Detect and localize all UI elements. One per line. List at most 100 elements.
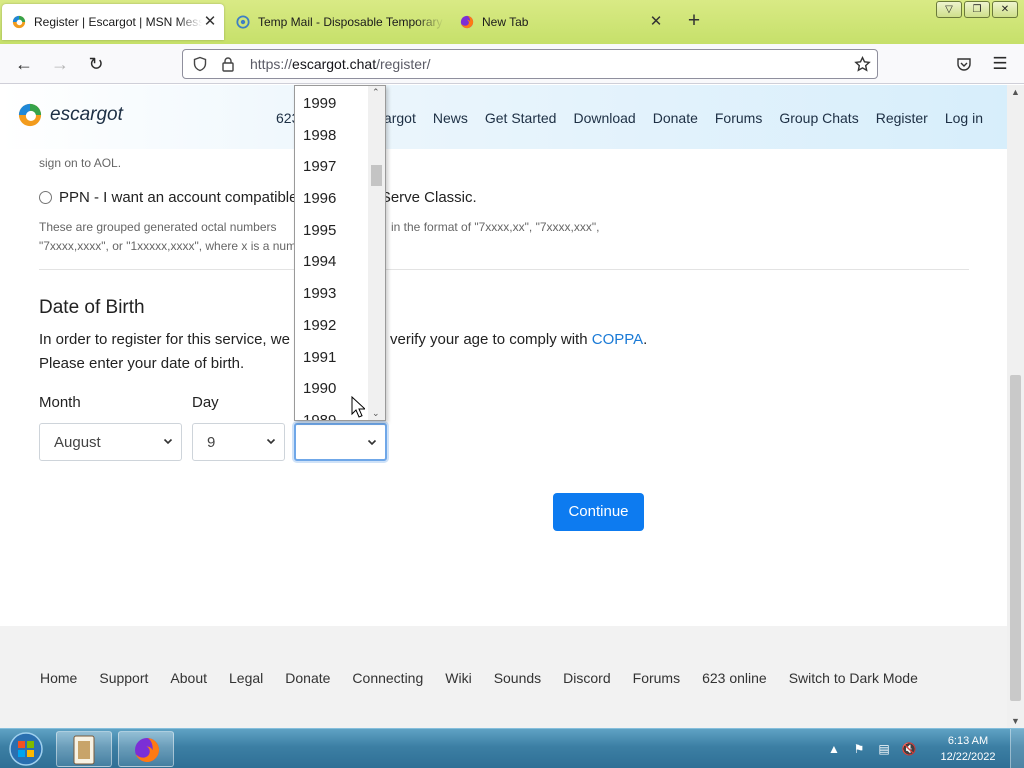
year-option[interactable]: 1993 [295,278,369,310]
action-center-flag-icon[interactable]: ⚑ [851,741,867,757]
taskbar-firefox[interactable] [118,731,174,767]
clock[interactable]: 6:13 AM 12/22/2022 [926,733,1010,765]
month-value: August [54,433,101,451]
day-label: Day [192,394,219,411]
dropdown-scroll-down-icon[interactable]: ⌄ [372,408,380,419]
dropdown-scroll-thumb[interactable] [371,165,382,186]
ppn-radio[interactable] [39,191,52,204]
temp-mail-favicon-icon [236,15,250,29]
footer-sounds[interactable]: Sounds [494,670,541,686]
restore-button[interactable]: ❐ [964,1,990,18]
footer-wiki[interactable]: Wiki [445,670,471,686]
footer-links: Home Support About Legal Donate Connecti… [40,670,918,686]
back-button[interactable]: ← [12,52,36,76]
tab-temp-mail[interactable]: Temp Mail - Disposable Temporary Email [228,4,450,40]
ppn-label: PPN - I want an account compatible with … [59,189,477,206]
continue-button[interactable]: Continue [553,493,644,531]
dropdown-scroll-up-icon[interactable]: ⌃ [372,87,380,98]
site-logo[interactable]: escargot [18,103,123,127]
year-option[interactable]: 1995 [295,215,369,247]
chevron-down-icon [367,439,377,446]
tray-expand-icon[interactable]: ▲ [826,741,842,757]
reload-button[interactable]: ↻ [84,52,108,76]
clock-time: 6:13 AM [947,735,989,747]
scroll-down-icon[interactable]: ▼ [1011,716,1020,726]
coppa-link[interactable]: COPPA [592,331,643,348]
escargot-favicon-icon [12,15,26,29]
forward-button[interactable]: → [48,52,72,76]
footer-donate[interactable]: Donate [285,670,330,686]
chevron-down-icon [266,438,276,445]
tab-strip: Register | Escargot | MSN Messenger ✕ Te… [0,0,1024,44]
page-scrollbar[interactable]: ▲ ▼ [1007,85,1024,728]
day-value: 9 [207,433,216,451]
year-dropdown-list[interactable]: 1999 1998 1997 1996 1995 1994 1993 1992 … [294,85,386,421]
show-desktop-button[interactable] [1010,729,1024,768]
year-option[interactable]: 1994 [295,246,369,278]
year-option[interactable]: 1992 [295,310,369,342]
footer-about[interactable]: About [170,670,207,686]
cards-icon [73,735,95,765]
tab-title: Register | Escargot | MSN Messenger [34,15,202,29]
shield-icon[interactable] [192,56,208,72]
window-controls: ▽ ❐ ✕ [936,1,1018,18]
close-tab-icon[interactable]: ✕ [202,14,218,30]
year-option[interactable]: 1996 [295,183,369,215]
footer-dark-mode[interactable]: Switch to Dark Mode [789,670,918,686]
pocket-icon[interactable] [956,56,972,72]
year-options: 1999 1998 1997 1996 1995 1994 1993 1992 … [295,88,369,420]
url-path: /register/ [376,56,431,72]
taskbar: ▲ ⚑ ▤ 🔇 6:13 AM 12/22/2022 [0,728,1024,768]
nav-get-started[interactable]: Get Started [485,110,557,126]
system-tray: ▲ ⚑ ▤ 🔇 6:13 AM 12/22/2022 [826,729,1024,768]
footer-discord[interactable]: Discord [563,670,610,686]
year-select[interactable] [294,423,387,461]
close-window-button[interactable]: ✕ [992,1,1018,18]
nav-register[interactable]: Register [876,110,928,126]
nav-forums[interactable]: Forums [715,110,762,126]
menu-icon[interactable]: ☰ [988,52,1012,76]
site-header: escargot 623 Escargot News Get Started D… [0,85,1007,149]
url-bar[interactable]: https://escargot.chat/register/ [182,49,878,79]
screen: Register | Escargot | MSN Messenger ✕ Te… [0,0,1024,768]
nav-news[interactable]: News [433,110,468,126]
navigation-bar: ← → ↻ https://escargot.chat/register/ ☰ [0,44,1024,84]
year-option[interactable]: 1997 [295,151,369,183]
nav-log-in[interactable]: Log in [945,110,983,126]
url-text: https://escargot.chat/register/ [250,56,431,72]
year-option[interactable]: 1991 [295,342,369,374]
taskbar-solitaire[interactable] [56,731,112,767]
scroll-thumb[interactable] [1010,375,1021,701]
lock-icon[interactable] [220,56,236,72]
nav-donate[interactable]: Donate [653,110,698,126]
tab-register[interactable]: Register | Escargot | MSN Messenger ✕ [2,4,224,40]
tab-new-tab[interactable]: New Tab ✕ [454,4,670,40]
ppn-option[interactable]: PPN - I want an account compatible with … [39,189,477,206]
network-icon[interactable]: ▤ [876,741,892,757]
close-tab-icon[interactable]: ✕ [648,14,664,30]
day-select[interactable]: 9 [192,423,285,461]
brand-name: escargot [50,104,123,125]
month-select[interactable]: August [39,423,182,461]
dropdown-scrollbar[interactable]: ⌃ ⌄ [368,86,385,420]
footer-home[interactable]: Home [40,670,77,686]
scroll-up-icon[interactable]: ▲ [1011,87,1020,97]
footer-legal[interactable]: Legal [229,670,263,686]
year-option[interactable]: 1999 [295,88,369,120]
volume-muted-icon[interactable]: 🔇 [901,741,917,757]
month-label: Month [39,394,81,411]
footer-forums[interactable]: Forums [633,670,680,686]
ppn-desc-line1b: in the format of "7xxxx,xx", "7xxxx,xxx"… [391,220,600,234]
new-tab-button[interactable]: + [682,10,706,34]
footer-support[interactable]: Support [99,670,148,686]
start-button-icon[interactable] [7,731,45,767]
nav-group-chats[interactable]: Group Chats [779,110,858,126]
url-prefix: https:// [250,56,293,72]
site-nav: Escargot News Get Started Download Donat… [361,110,983,126]
nav-download[interactable]: Download [573,110,635,126]
bookmark-star-icon[interactable] [854,56,871,73]
year-option[interactable]: 1998 [295,120,369,152]
footer-connecting[interactable]: Connecting [352,670,423,686]
footer-online-count: 623 online [702,670,767,686]
minimize-button[interactable]: ▽ [936,1,962,18]
